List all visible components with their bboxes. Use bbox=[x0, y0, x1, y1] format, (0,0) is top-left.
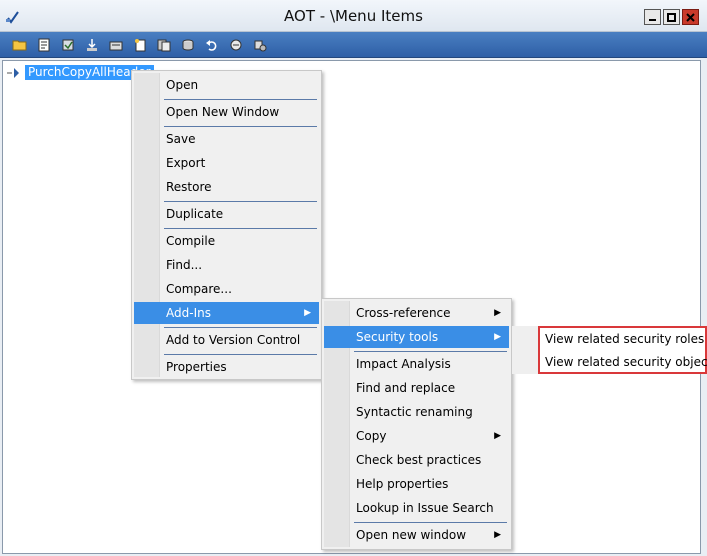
title-bar[interactable]: AOT - \Menu Items bbox=[0, 0, 707, 32]
menu-item-check-best-practices[interactable]: Check best practices bbox=[324, 449, 509, 471]
settings-icon bbox=[254, 40, 267, 51]
export-icon bbox=[109, 41, 123, 50]
menu-separator bbox=[164, 201, 317, 202]
menu-separator bbox=[354, 522, 507, 523]
menu-item-open[interactable]: Open bbox=[134, 74, 319, 96]
menu-item-find-and-replace[interactable]: Find and replace bbox=[324, 377, 509, 399]
menu-item-compare[interactable]: Compare... bbox=[134, 278, 319, 300]
menu-item-label: Impact Analysis bbox=[356, 357, 451, 371]
menu-separator bbox=[164, 327, 317, 328]
save-all-button[interactable] bbox=[154, 36, 174, 54]
restore-icon bbox=[182, 39, 194, 50]
menu-item-label: Add to Version Control bbox=[166, 333, 301, 347]
menu-item-label: Security tools bbox=[356, 330, 439, 344]
submenu-gutter-strip bbox=[512, 326, 538, 374]
menu-item-add-to-version-control[interactable]: Add to Version Control bbox=[134, 329, 319, 351]
import-icon bbox=[87, 38, 97, 51]
submenu-arrow-icon: ▶ bbox=[494, 530, 501, 540]
menu-item-restore[interactable]: Restore bbox=[134, 176, 319, 198]
menu-item-label: Find... bbox=[166, 258, 203, 272]
find-icon bbox=[230, 39, 242, 50]
menu-item-label: Duplicate bbox=[166, 207, 224, 221]
find-button[interactable] bbox=[226, 36, 246, 54]
menu-item-view-related-security-roles[interactable]: View related security roles bbox=[540, 328, 705, 350]
menu-item-properties[interactable]: Properties bbox=[134, 356, 319, 378]
close-button[interactable] bbox=[682, 9, 699, 25]
menu-item-label: Cross-reference bbox=[356, 306, 451, 320]
menu-item-label: Open bbox=[166, 78, 199, 92]
close-icon bbox=[686, 12, 695, 22]
submenu-arrow-icon: ▶ bbox=[494, 308, 501, 318]
menu-item-label: Compare... bbox=[166, 282, 232, 296]
restore-button[interactable] bbox=[178, 36, 198, 54]
aot-toolbar bbox=[0, 32, 707, 58]
window-title: AOT - \Menu Items bbox=[284, 7, 423, 25]
export-button[interactable] bbox=[106, 36, 126, 54]
undo-icon bbox=[206, 39, 217, 51]
menu-item-label: Add-Ins bbox=[166, 306, 211, 320]
menu-item-find[interactable]: Find... bbox=[134, 254, 319, 276]
menu-item-open-new-window[interactable]: Open New Window bbox=[134, 101, 319, 123]
menu-item-lookup-in-issue-search[interactable]: Lookup in Issue Search bbox=[324, 497, 509, 519]
menu-item-syntactic-renaming[interactable]: Syntactic renaming bbox=[324, 401, 509, 423]
menu-item-help-properties[interactable]: Help properties bbox=[324, 473, 509, 495]
menu-item-save[interactable]: Save bbox=[134, 128, 319, 150]
open-folder-icon bbox=[12, 40, 27, 50]
menu-separator bbox=[164, 354, 317, 355]
menu-item-label: Help properties bbox=[356, 477, 449, 491]
menu-item-copy[interactable]: Copy ▶ bbox=[324, 425, 509, 447]
new-icon bbox=[135, 38, 146, 51]
menu-item-label: Open new window bbox=[356, 528, 467, 542]
menu-item-label: Copy bbox=[356, 429, 387, 443]
submenu-arrow-icon: ▶ bbox=[494, 332, 501, 342]
menu-item-export[interactable]: Export bbox=[134, 152, 319, 174]
maximize-button[interactable] bbox=[663, 9, 680, 25]
maximize-icon bbox=[667, 12, 676, 22]
menu-item-label: Open New Window bbox=[166, 105, 280, 119]
menu-item-label: Check best practices bbox=[356, 453, 482, 467]
save-all-icon bbox=[157, 39, 171, 51]
open-folder-button[interactable] bbox=[10, 36, 30, 54]
menu-item-cross-reference[interactable]: Cross-reference ▶ bbox=[324, 302, 509, 324]
menu-item-label: Compile bbox=[166, 234, 216, 248]
context-menu: Open Open New Window Save Export Restore… bbox=[131, 70, 322, 380]
menu-item-label: Restore bbox=[166, 180, 212, 194]
menu-item-security-tools[interactable]: Security tools ▶ bbox=[324, 326, 509, 348]
menu-separator bbox=[164, 99, 317, 100]
add-ins-submenu: Cross-reference ▶ Security tools ▶ Impact … bbox=[321, 298, 512, 550]
menu-item-compile[interactable]: Compile bbox=[134, 230, 319, 252]
window-controls bbox=[644, 9, 699, 25]
properties-button[interactable] bbox=[34, 36, 54, 54]
import-button[interactable] bbox=[82, 36, 102, 54]
submenu-arrow-icon: ▶ bbox=[494, 431, 501, 441]
menu-separator bbox=[164, 126, 317, 127]
menu-item-label: Lookup in Issue Search bbox=[356, 501, 494, 515]
menu-separator bbox=[354, 351, 507, 352]
menu-item-label: Syntactic renaming bbox=[356, 405, 473, 419]
menu-item-view-related-security-objects[interactable]: View related security objects bbox=[540, 351, 707, 373]
menu-item-label: Find and replace bbox=[356, 381, 456, 395]
menu-item-label: Properties bbox=[166, 360, 227, 374]
menu-separator bbox=[164, 228, 317, 229]
menu-item-impact-analysis[interactable]: Impact Analysis bbox=[324, 353, 509, 375]
menu-item-label: Save bbox=[166, 132, 196, 146]
minimize-button[interactable] bbox=[644, 9, 661, 25]
menu-item-label: View related security objects bbox=[545, 355, 707, 369]
compile-icon bbox=[62, 39, 74, 50]
undo-button[interactable] bbox=[202, 36, 222, 54]
submenu-arrow-icon: ▶ bbox=[304, 308, 311, 318]
menu-item-label: View related security roles bbox=[545, 332, 705, 346]
menu-item-duplicate[interactable]: Duplicate bbox=[134, 203, 319, 225]
properties-icon bbox=[38, 38, 50, 51]
settings-button[interactable] bbox=[250, 36, 270, 54]
menu-item-node-icon bbox=[7, 67, 19, 78]
menu-item-add-ins[interactable]: Add-Ins ▶ bbox=[134, 302, 319, 324]
security-tools-submenu: View related security roles View related… bbox=[538, 326, 707, 374]
compile-button[interactable] bbox=[58, 36, 78, 54]
menu-item-open-new-window-addins[interactable]: Open new window ▶ bbox=[324, 524, 509, 546]
minimize-icon bbox=[649, 18, 656, 21]
menu-item-label: Export bbox=[166, 156, 206, 170]
new-button[interactable] bbox=[130, 36, 150, 54]
aot-window: AOT - \Menu Items PurchCopyAllHeader Ope… bbox=[0, 0, 707, 556]
